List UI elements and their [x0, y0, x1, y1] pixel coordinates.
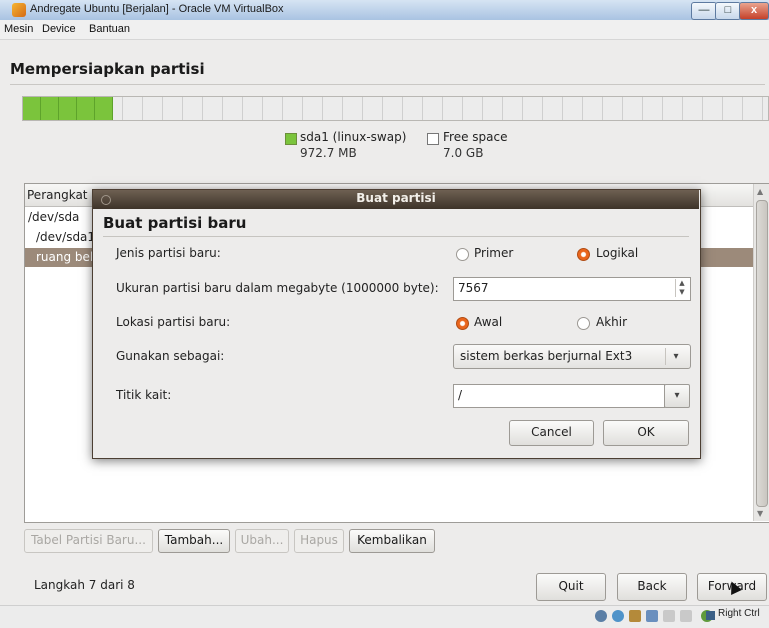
change-button[interactable]: Ubah...: [235, 529, 289, 553]
radio-logikal[interactable]: [577, 248, 590, 261]
radio-akhir-label[interactable]: Akhir: [596, 315, 627, 329]
swap-legend-label: sda1 (linux-swap): [300, 130, 407, 144]
radio-awal[interactable]: [456, 317, 469, 330]
window-title: Andregate Ubuntu [Berjalan] - Oracle VM …: [30, 3, 284, 15]
back-button[interactable]: Back: [617, 573, 687, 601]
radio-logikal-label[interactable]: Logikal: [596, 246, 638, 260]
ok-button[interactable]: OK: [603, 420, 689, 446]
mount-point-dropdown-icon[interactable]: ▾: [664, 384, 690, 408]
dialog-title: Buat partisi: [356, 191, 436, 205]
quit-button[interactable]: Quit: [536, 573, 606, 601]
menubar: Mesin Device Bantuan: [0, 20, 769, 40]
list-scrollbar-thumb[interactable]: [756, 200, 768, 507]
partition-size-spinner[interactable]: [453, 277, 691, 301]
close-window-button[interactable]: x: [739, 2, 769, 20]
partition-bar-used-segment: [23, 97, 113, 120]
host-key-icon: [706, 611, 715, 620]
minimize-button[interactable]: —: [691, 2, 717, 20]
display-icon[interactable]: [680, 610, 692, 622]
cancel-button[interactable]: Cancel: [509, 420, 594, 446]
usb-icon[interactable]: [629, 610, 641, 622]
swap-legend-size: 972.7 MB: [300, 146, 357, 160]
device-name: /dev/sda1: [36, 230, 96, 244]
revert-button[interactable]: Kembalikan: [349, 529, 435, 553]
partition-size-value[interactable]: 7567: [458, 281, 489, 295]
dialog-divider: [103, 236, 689, 237]
partition-location-label: Lokasi partisi baru:: [116, 315, 231, 329]
free-legend-label: Free space: [443, 130, 508, 144]
title-divider: [10, 84, 765, 85]
network-icon[interactable]: [646, 610, 658, 622]
menu-device[interactable]: Device: [42, 23, 76, 35]
delete-button[interactable]: Hapus: [294, 529, 344, 553]
step-indicator: Langkah 7 dari 8: [34, 578, 135, 592]
mount-point-label: Titik kait:: [116, 388, 172, 402]
maximize-button[interactable]: □: [715, 2, 741, 20]
shared-folder-icon[interactable]: [663, 610, 675, 622]
cd-icon[interactable]: [612, 610, 624, 622]
menu-mesin[interactable]: Mesin: [4, 23, 33, 35]
dialog-heading: Buat partisi baru: [103, 214, 247, 232]
device-name: ruang bel: [36, 250, 94, 264]
new-partition-table-button[interactable]: Tabel Partisi Baru...: [24, 529, 153, 553]
radio-primer[interactable]: [456, 248, 469, 261]
radio-akhir[interactable]: [577, 317, 590, 330]
scroll-down-icon[interactable]: ▼: [757, 509, 763, 518]
device-name: /dev/sda: [28, 210, 80, 224]
menu-bantuan[interactable]: Bantuan: [89, 23, 130, 35]
spinner-arrows-icon[interactable]: ▲ ▼: [675, 279, 688, 297]
add-button[interactable]: Tambah...: [158, 529, 230, 553]
scroll-up-icon[interactable]: ▲: [757, 187, 763, 196]
swap-legend-swatch: [285, 133, 297, 145]
partition-bar: [22, 96, 769, 121]
free-legend-size: 7.0 GB: [443, 146, 484, 160]
page-title: Mempersiapkan partisi: [10, 60, 205, 78]
partition-size-label: Ukuran partisi baru dalam megabyte (1000…: [116, 281, 439, 295]
window-titlebar: Andregate Ubuntu [Berjalan] - Oracle VM …: [0, 0, 769, 21]
filesystem-select-value[interactable]: sistem berkas berjurnal Ext3: [460, 349, 632, 363]
partition-type-label: Jenis partisi baru:: [116, 246, 221, 260]
host-key-label: Right Ctrl: [718, 608, 760, 619]
column-header-perangkat[interactable]: Perangkat: [27, 188, 88, 202]
use-as-label: Gunakan sebagai:: [116, 349, 225, 363]
radio-awal-label[interactable]: Awal: [474, 315, 502, 329]
mount-point-input[interactable]: [453, 384, 665, 408]
mount-point-value[interactable]: /: [458, 388, 462, 402]
radio-primer-label[interactable]: Primer: [474, 246, 513, 260]
free-legend-swatch: [427, 133, 439, 145]
harddisk-icon[interactable]: [595, 610, 607, 622]
virtualbox-app-icon: [12, 3, 26, 17]
chevron-down-icon[interactable]: ▾: [665, 348, 686, 365]
